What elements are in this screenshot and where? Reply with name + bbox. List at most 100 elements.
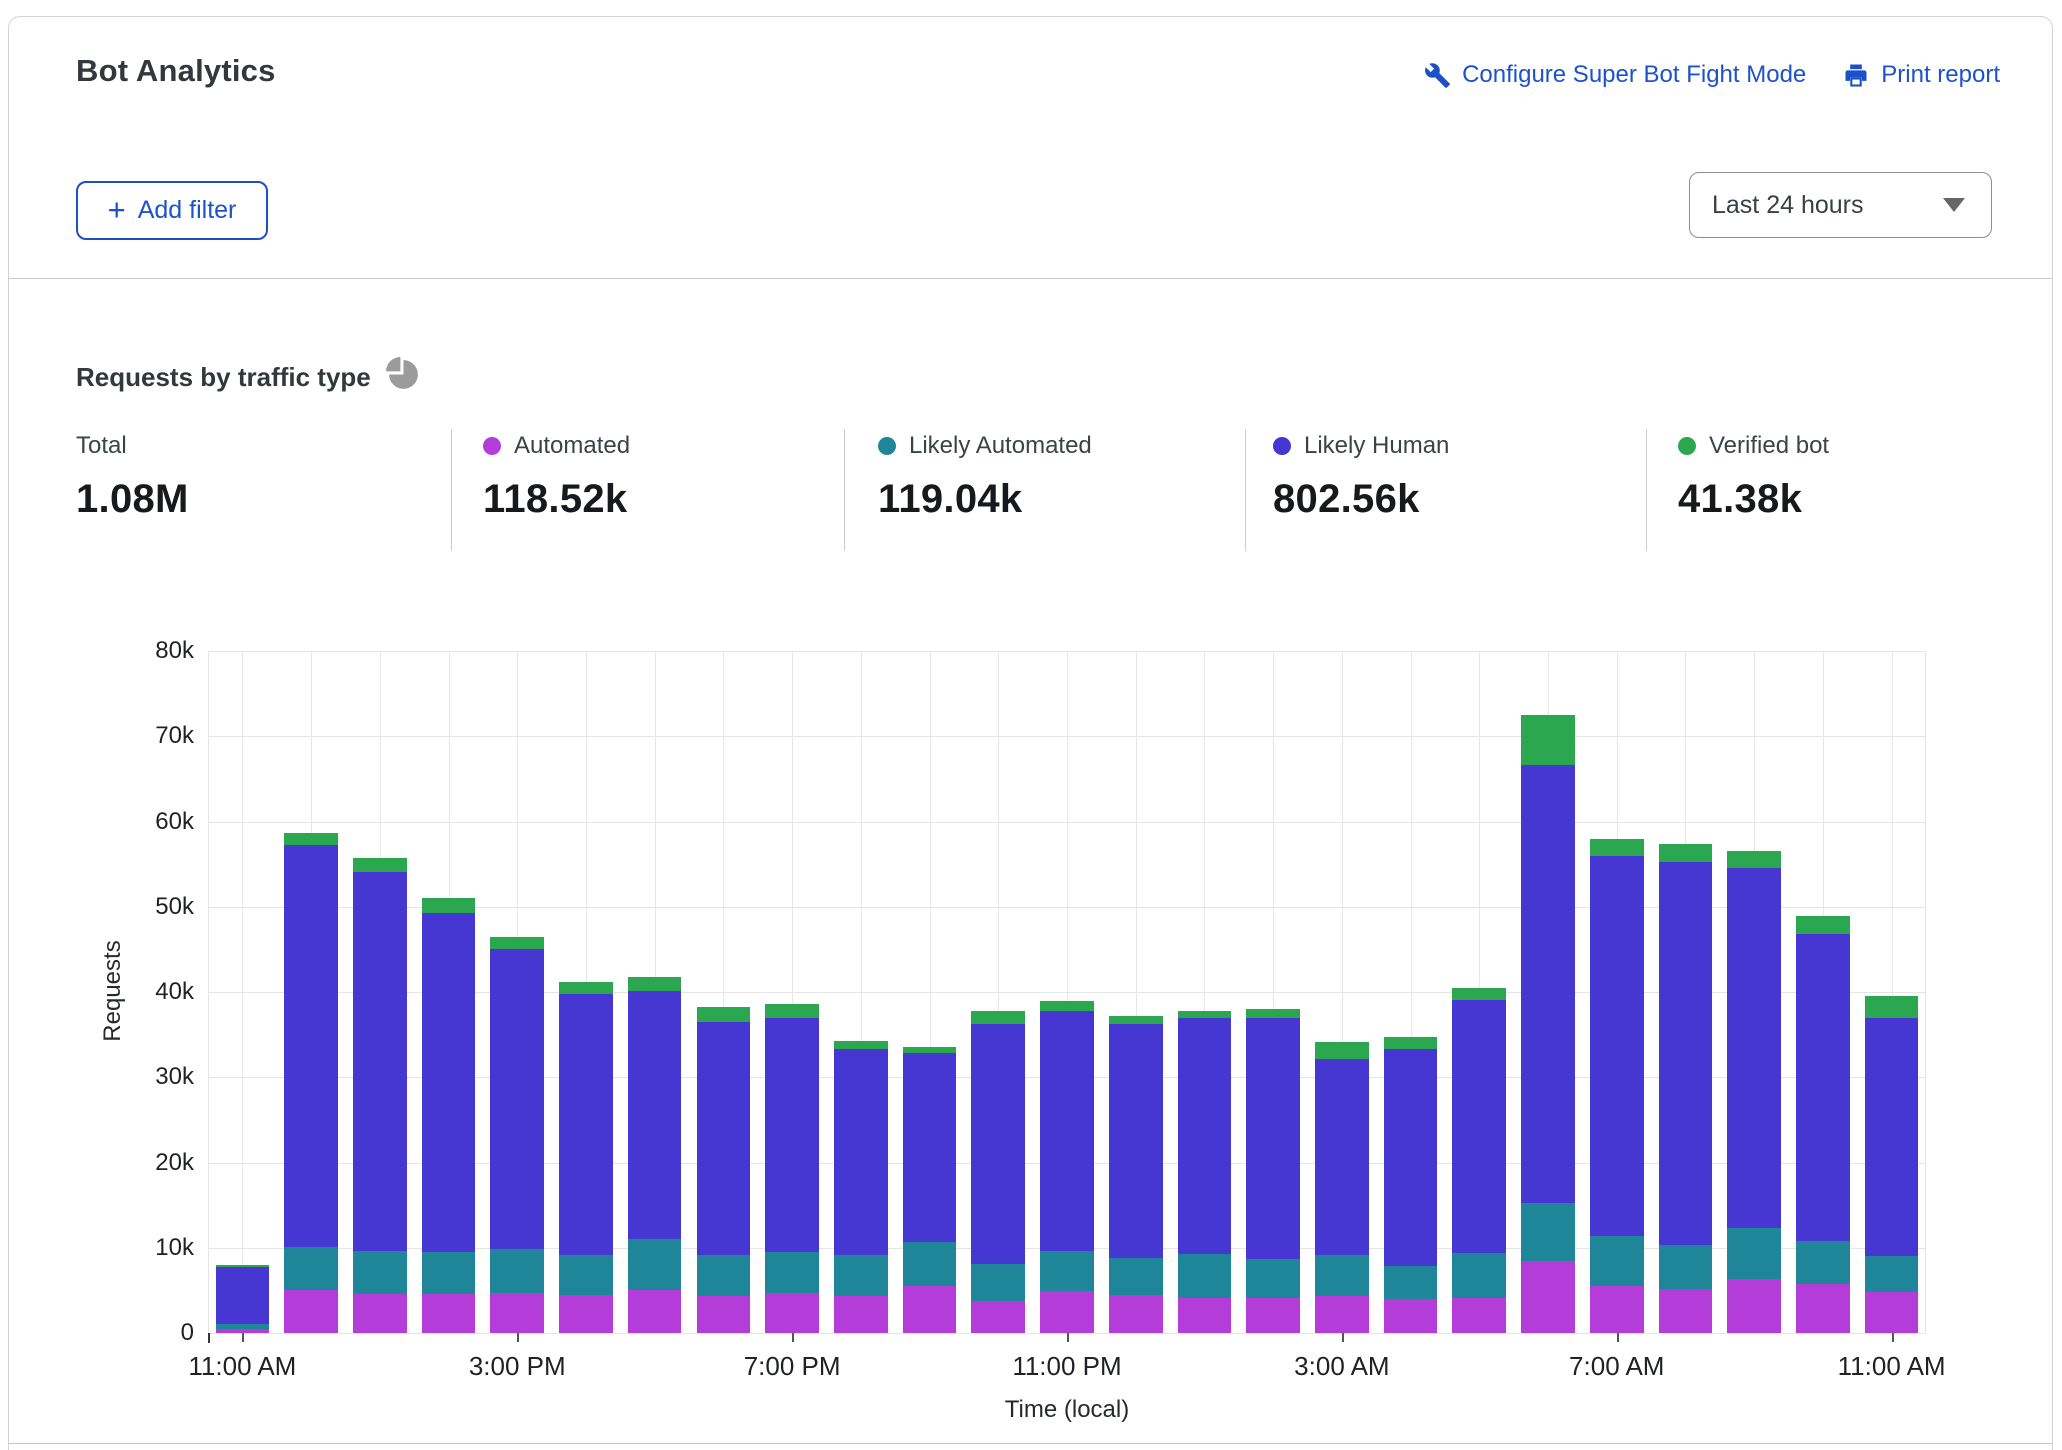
segment-likely-automated xyxy=(1452,1252,1507,1299)
stat-label: Total xyxy=(76,432,127,459)
stacked-bar-10-00-pm[interactable] xyxy=(971,1010,1026,1333)
chart-slot xyxy=(345,651,414,1333)
x-axis-tick-label: 7:00 PM xyxy=(743,1351,841,1381)
stat-likely-human: Likely Human 802.56k xyxy=(1273,431,1449,522)
segment-automated xyxy=(1177,1298,1232,1333)
segment-verified-bot xyxy=(1864,996,1919,1018)
stacked-bar-7-00-am[interactable] xyxy=(1589,839,1644,1333)
y-axis-tick-label: 80k xyxy=(155,637,194,664)
x-axis-tick xyxy=(1616,1333,1619,1342)
stacked-bar-12-00-pm[interactable] xyxy=(284,833,338,1333)
segment-automated xyxy=(696,1296,751,1333)
segment-likely-automated xyxy=(559,1254,613,1295)
segment-automated xyxy=(902,1286,957,1333)
segment-likely-human xyxy=(421,912,476,1253)
stacked-bar-5-00-am[interactable] xyxy=(1452,987,1507,1333)
x-axis-origin-tick xyxy=(208,1333,210,1343)
segment-likely-automated xyxy=(696,1254,751,1297)
segment-likely-automated xyxy=(1864,1256,1919,1293)
print-report-link[interactable]: Print report xyxy=(1842,61,2000,89)
y-axis-tick-label: 60k xyxy=(155,807,194,835)
stacked-bar-2-00-pm[interactable] xyxy=(421,898,476,1333)
segment-verified-bot xyxy=(284,833,338,845)
stacked-bar-6-00-am[interactable] xyxy=(1521,714,1575,1333)
segment-automated xyxy=(421,1293,476,1333)
x-axis-tick xyxy=(1067,1333,1069,1342)
segment-likely-automated xyxy=(765,1252,819,1293)
segment-automated xyxy=(1864,1292,1919,1333)
stacked-bar-12-00-am[interactable] xyxy=(1108,1015,1163,1333)
segment-likely-human xyxy=(559,993,613,1255)
x-axis-title: Time (local) xyxy=(1004,1396,1130,1423)
stat-label: Likely Human xyxy=(1304,432,1450,459)
stacked-bar-3-00-am[interactable] xyxy=(1315,1042,1369,1333)
stacked-bar-4-00-am[interactable] xyxy=(1383,1037,1438,1333)
segment-likely-human xyxy=(490,949,545,1250)
segment-likely-human xyxy=(1108,1024,1163,1258)
segment-automated xyxy=(1040,1291,1094,1333)
stacked-bar-8-00-am[interactable] xyxy=(1658,843,1713,1333)
stacked-bar-5-00-pm[interactable] xyxy=(627,976,682,1333)
stacked-bar-11-00-am[interactable] xyxy=(1864,996,1919,1333)
printer-icon xyxy=(1842,61,1870,89)
chevron-down-icon xyxy=(1943,198,1965,212)
stat-value: 802.56k xyxy=(1273,477,1420,521)
section-title-text: Requests by traffic type xyxy=(76,361,371,392)
segment-likely-human xyxy=(215,1267,270,1324)
stat-value: 118.52k xyxy=(483,477,628,521)
stacked-bar-4-00-pm[interactable] xyxy=(559,981,613,1333)
segment-likely-automated xyxy=(1177,1253,1232,1299)
stacked-bar-11-00-pm[interactable] xyxy=(1040,1000,1094,1333)
segment-automated xyxy=(1452,1298,1507,1333)
chart-slot xyxy=(1720,651,1789,1333)
bar-slots xyxy=(208,651,1926,1333)
add-filter-button[interactable]: + Add filter xyxy=(76,181,268,240)
segment-likely-human xyxy=(1246,1017,1300,1259)
segment-likely-automated xyxy=(352,1251,407,1294)
time-range-value: Last 24 hours xyxy=(1712,190,1864,219)
stacked-bar-8-00-pm[interactable] xyxy=(834,1040,888,1333)
stacked-bar-10-00-am[interactable] xyxy=(1796,916,1850,1333)
chart-slot xyxy=(826,651,895,1333)
chart-slot xyxy=(552,651,621,1333)
time-range-dropdown[interactable]: Last 24 hours xyxy=(1689,172,1992,238)
segment-likely-automated xyxy=(1315,1254,1369,1297)
segment-automated xyxy=(834,1295,888,1333)
section-title: Requests by traffic type xyxy=(76,356,422,398)
x-axis-tick-label: 3:00 AM xyxy=(1294,1351,1390,1381)
chart-slot xyxy=(1308,651,1377,1333)
segment-likely-automated xyxy=(1383,1265,1438,1299)
segment-likely-automated xyxy=(1727,1228,1781,1280)
segment-automated xyxy=(284,1289,338,1333)
chart-slot xyxy=(1239,651,1308,1333)
stacked-bar-1-00-pm[interactable] xyxy=(352,858,407,1333)
x-axis-tick-label: 3:00 PM xyxy=(468,1351,566,1381)
stacked-bar-11-00-am[interactable] xyxy=(215,1264,270,1333)
configure-super-bot-fight-mode-link[interactable]: Configure Super Bot Fight Mode xyxy=(1424,61,1806,89)
segment-likely-human xyxy=(696,1021,751,1255)
stat-label: Verified bot xyxy=(1709,432,1830,459)
stacked-bar-9-00-pm[interactable] xyxy=(902,1047,957,1333)
x-axis-tick-label: 11:00 PM xyxy=(1012,1351,1122,1381)
chart-slot xyxy=(1033,651,1102,1333)
segment-automated xyxy=(559,1294,613,1333)
segment-likely-automated xyxy=(1521,1202,1575,1261)
plus-icon: + xyxy=(107,191,126,227)
stacked-bar-2-00-am[interactable] xyxy=(1246,1009,1300,1333)
stacked-bar-3-00-pm[interactable] xyxy=(490,937,545,1333)
segment-likely-human xyxy=(1452,999,1507,1253)
segment-likely-human xyxy=(627,991,682,1240)
segment-automated xyxy=(1589,1286,1644,1333)
segment-verified-bot xyxy=(1108,1015,1163,1025)
stacked-bar-7-00-pm[interactable] xyxy=(765,1003,819,1333)
stacked-bar-6-00-pm[interactable] xyxy=(696,1007,751,1333)
segment-verified-bot xyxy=(1658,843,1713,863)
stacked-bar-9-00-am[interactable] xyxy=(1727,851,1781,1333)
stat-total: Total 1.08M xyxy=(76,431,189,522)
stat-value: 1.08M xyxy=(76,477,189,521)
stat-value: 119.04k xyxy=(878,477,1023,521)
segment-likely-human xyxy=(1589,855,1644,1236)
segment-likely-human xyxy=(902,1053,957,1242)
x-axis-tick xyxy=(1891,1333,1894,1342)
stacked-bar-1-00-am[interactable] xyxy=(1177,1010,1232,1333)
